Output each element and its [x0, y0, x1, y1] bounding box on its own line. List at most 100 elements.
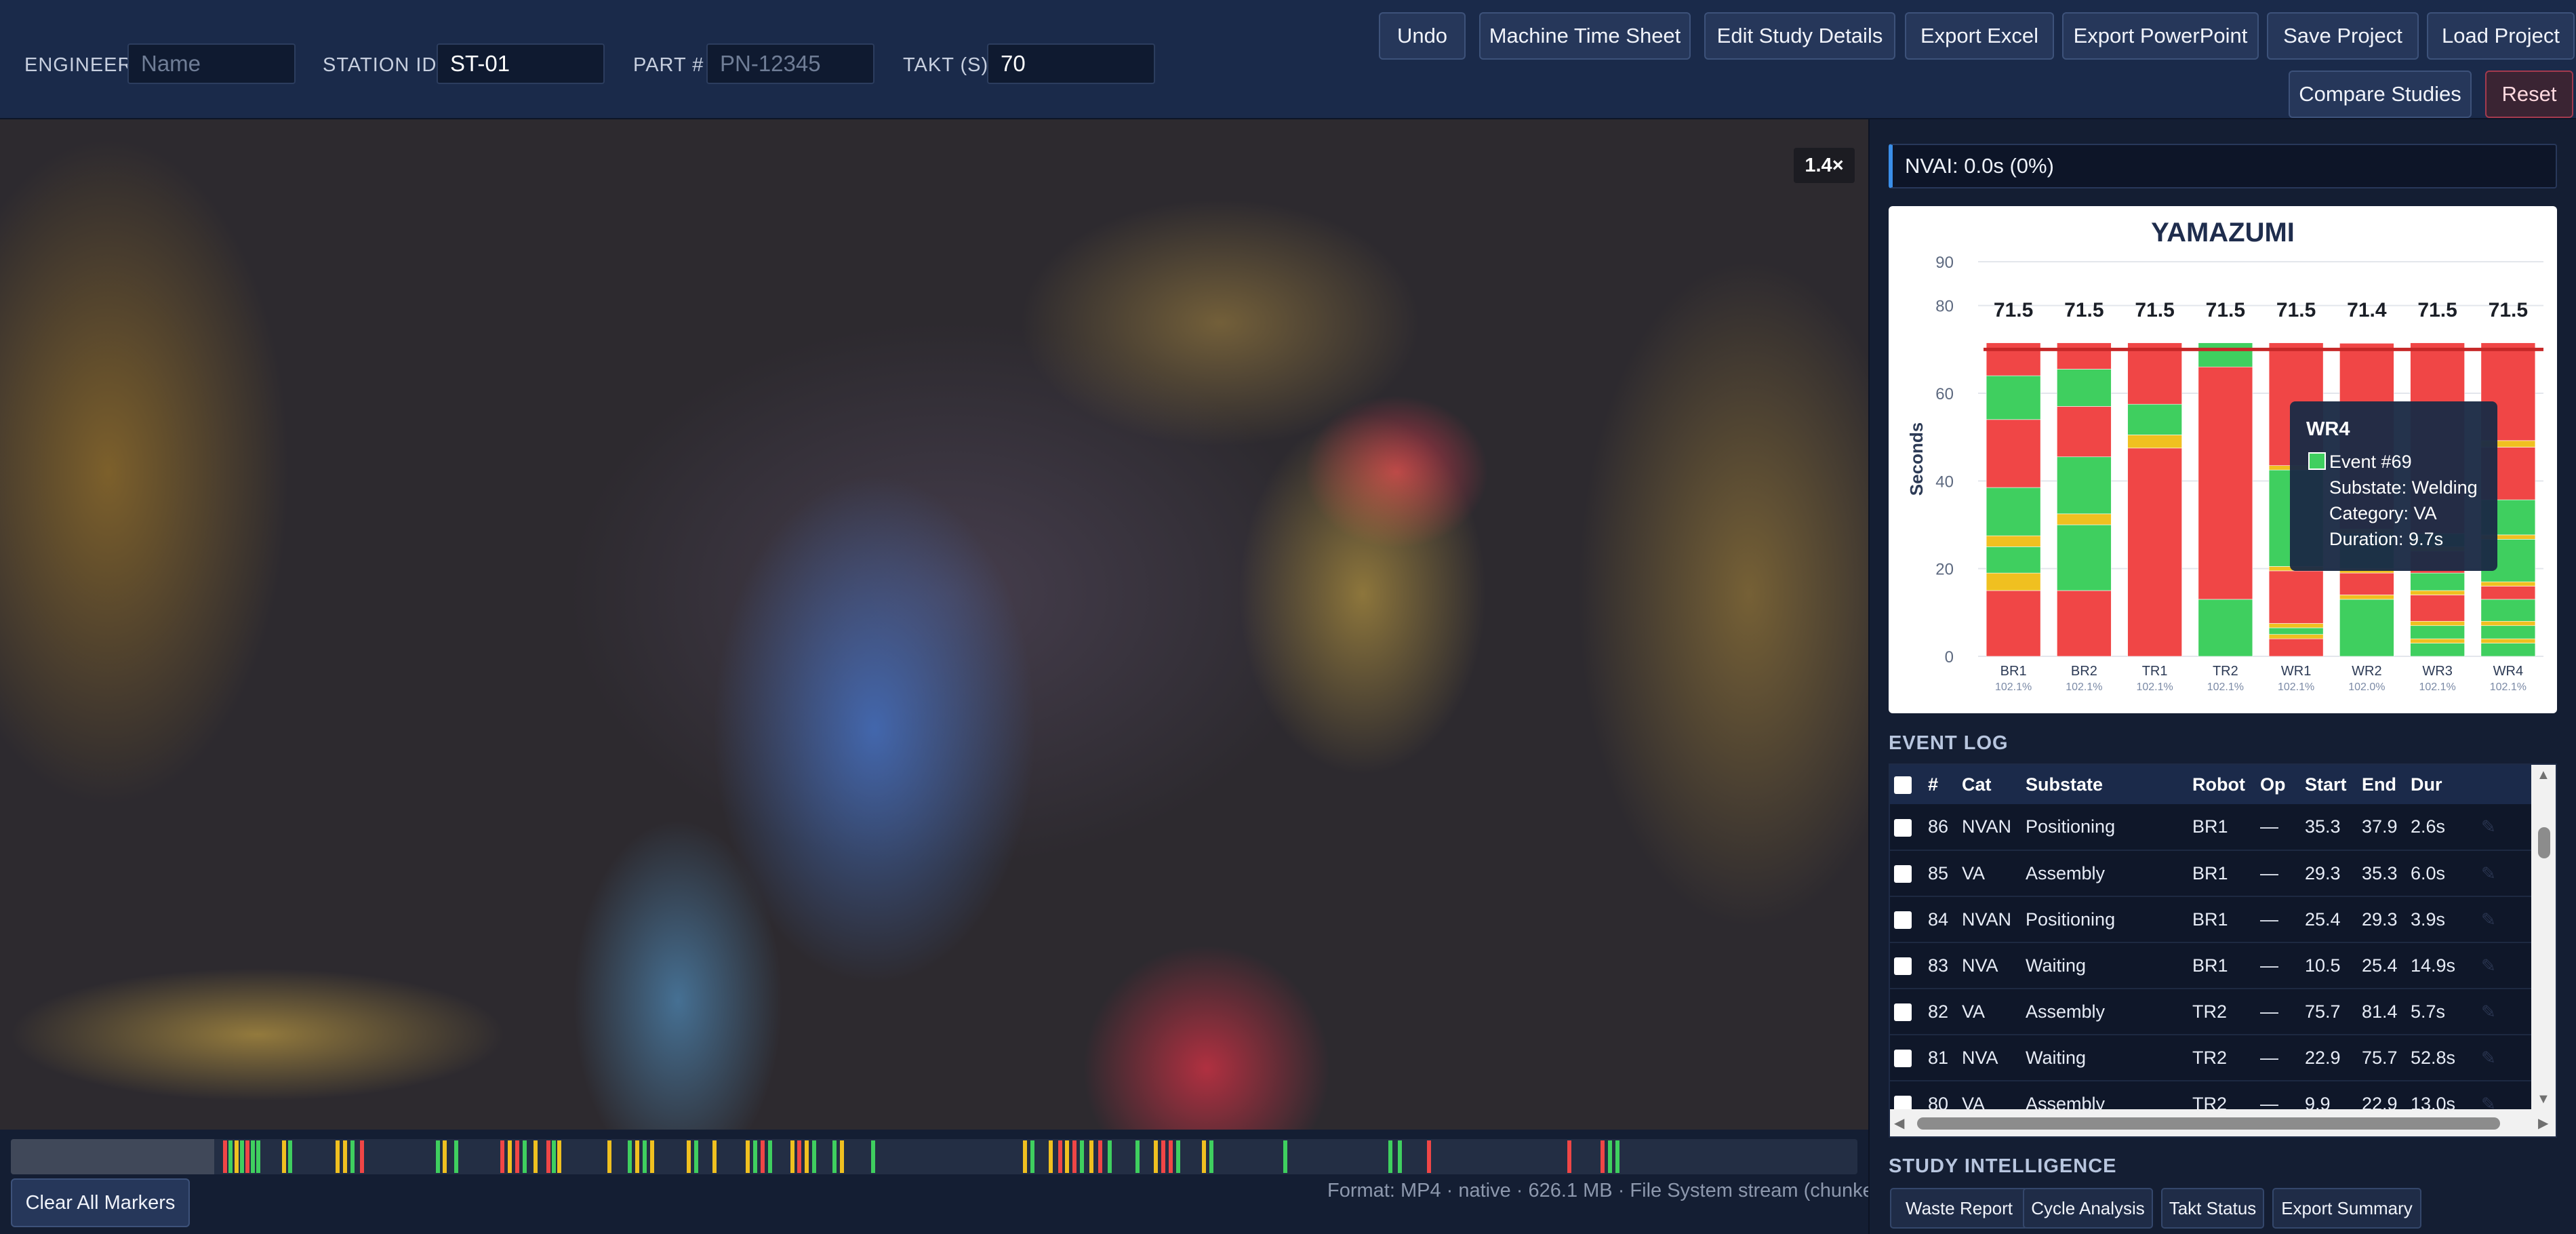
col-end[interactable]: End: [2358, 765, 2407, 804]
timeline-marker[interactable]: [1030, 1140, 1034, 1173]
bar-segment-nvan[interactable]: [2127, 435, 2182, 449]
timeline-marker[interactable]: [443, 1140, 447, 1173]
bar-segment-nva[interactable]: [2127, 342, 2182, 405]
bar-segment-va[interactable]: [2198, 599, 2253, 657]
event-log-row[interactable]: 83 NVA Waiting BR1—10.5 25.4 14.9s ✎: [1890, 942, 2531, 989]
bar-segment-va[interactable]: [2057, 456, 2112, 515]
edit-pencil-icon[interactable]: ✎: [2481, 1001, 2496, 1022]
timeline-marker[interactable]: [871, 1140, 875, 1173]
bar-segment-nvan[interactable]: [2410, 620, 2465, 626]
timeline-marker[interactable]: [282, 1140, 286, 1173]
bar-segment-va[interactable]: [2268, 627, 2324, 635]
timeline-marker[interactable]: [534, 1140, 538, 1173]
col-robot[interactable]: Robot: [2188, 765, 2256, 804]
event-log-row[interactable]: 82 VA Assembly TR2—75.7 81.4 5.7s ✎: [1890, 989, 2531, 1035]
video-frame[interactable]: [0, 119, 1868, 1130]
timeline-marker[interactable]: [761, 1140, 765, 1173]
edit-pencil-icon[interactable]: ✎: [2481, 863, 2496, 883]
bar-segment-nva[interactable]: [2268, 638, 2324, 657]
station-id-input[interactable]: ST-01: [437, 43, 605, 84]
bar-segment-va[interactable]: [2480, 625, 2536, 639]
scroll-up-arrow-icon[interactable]: ▲: [2537, 768, 2550, 783]
bar-segment-nva[interactable]: [2268, 570, 2324, 624]
timeline-marker[interactable]: [454, 1140, 458, 1173]
bar-segment-nvan[interactable]: [2057, 513, 2112, 525]
edit-pencil-icon[interactable]: ✎: [2481, 816, 2496, 837]
timeline-marker[interactable]: [240, 1140, 244, 1173]
bar-segment-va[interactable]: [2480, 643, 2536, 657]
select-all-checkbox[interactable]: [1894, 776, 1912, 795]
timeline-marker[interactable]: [1154, 1140, 1158, 1173]
timeline-marker[interactable]: [805, 1140, 809, 1173]
timeline-marker[interactable]: [1398, 1140, 1402, 1173]
takt-status-button[interactable]: Takt Status: [2161, 1188, 2264, 1229]
bar-segment-nva[interactable]: [2339, 572, 2394, 595]
bar-segment-va[interactable]: [1986, 487, 2041, 536]
timeline-marker[interactable]: [1135, 1140, 1140, 1173]
bar-segment-nvan[interactable]: [2339, 595, 2394, 600]
timeline-marker[interactable]: [832, 1140, 837, 1173]
bar-segment-nva[interactable]: [2057, 590, 2112, 657]
bar-segment-nvan[interactable]: [1986, 535, 2041, 547]
timeline-marker[interactable]: [1058, 1140, 1062, 1173]
bar-segment-nva[interactable]: [2057, 406, 2112, 458]
bar-segment-va[interactable]: [2057, 524, 2112, 591]
timeline-marker[interactable]: [500, 1140, 504, 1173]
row-checkbox[interactable]: [1894, 865, 1912, 883]
event-log-vertical-scrollbar[interactable]: ▲ ▼: [2531, 765, 2556, 1109]
timeline-marker[interactable]: [790, 1140, 794, 1173]
row-checkbox[interactable]: [1894, 911, 1912, 930]
timeline-marker[interactable]: [235, 1140, 239, 1173]
bar-segment-nva[interactable]: [2127, 447, 2182, 657]
timeline-marker[interactable]: [840, 1140, 844, 1173]
bar-segment-nvan[interactable]: [2410, 638, 2465, 643]
timeline-marker[interactable]: [643, 1140, 647, 1173]
bar-segment-nvan[interactable]: [2480, 638, 2536, 643]
edit-study-details-button[interactable]: Edit Study Details: [1704, 12, 1895, 60]
timeline-marker[interactable]: [1169, 1140, 1173, 1173]
row-checkbox[interactable]: [1894, 1003, 1912, 1022]
machine-time-sheet-button[interactable]: Machine Time Sheet: [1479, 12, 1691, 60]
col-category[interactable]: Cat: [1958, 765, 2021, 804]
export-powerpoint-button[interactable]: Export PowerPoint: [2062, 12, 2259, 60]
timeline-marker[interactable]: [1567, 1140, 1571, 1173]
timeline-marker[interactable]: [1388, 1140, 1392, 1173]
timeline-marker[interactable]: [523, 1140, 527, 1173]
timeline-marker[interactable]: [350, 1140, 355, 1173]
bar-segment-nva[interactable]: [1986, 590, 2041, 657]
row-checkbox[interactable]: [1894, 1050, 1912, 1068]
timeline-marker[interactable]: [288, 1140, 292, 1173]
timeline-marker[interactable]: [228, 1140, 233, 1173]
load-project-button[interactable]: Load Project: [2427, 12, 2575, 60]
timeline-marker[interactable]: [1161, 1140, 1165, 1173]
row-checkbox[interactable]: [1894, 818, 1912, 837]
timeline-marker[interactable]: [557, 1140, 561, 1173]
timeline-marker[interactable]: [1176, 1140, 1180, 1173]
timeline-marker[interactable]: [251, 1140, 255, 1173]
timeline-marker[interactable]: [1608, 1140, 1612, 1173]
timeline-marker[interactable]: [1601, 1140, 1605, 1173]
bar-segment-nva[interactable]: [2410, 595, 2465, 622]
timeline-marker[interactable]: [1202, 1140, 1206, 1173]
timeline-marker[interactable]: [712, 1140, 717, 1173]
timeline-marker[interactable]: [546, 1140, 550, 1173]
bar-segment-va[interactable]: [2127, 403, 2182, 435]
timeline-marker[interactable]: [1089, 1140, 1093, 1173]
bar-segment-nva[interactable]: [1986, 419, 2041, 488]
timeline-marker[interactable]: [746, 1140, 750, 1173]
timeline-marker[interactable]: [343, 1140, 347, 1173]
col-op[interactable]: Op: [2256, 765, 2301, 804]
export-summary-button[interactable]: Export Summary: [2272, 1188, 2421, 1229]
event-log-row[interactable]: 84 NVAN Positioning BR1—25.4 29.3 3.9s ✎: [1890, 896, 2531, 943]
timeline-marker[interactable]: [650, 1140, 654, 1173]
timeline-marker[interactable]: [1023, 1140, 1027, 1173]
timeline-marker[interactable]: [1108, 1140, 1112, 1173]
timeline-track[interactable]: [11, 1139, 1857, 1174]
bar-segment-va[interactable]: [2410, 643, 2465, 657]
reset-button[interactable]: Reset: [2485, 71, 2573, 118]
bar-segment-va[interactable]: [2480, 599, 2536, 622]
bar-segment-nva[interactable]: [2057, 342, 2112, 370]
bar-segment-va[interactable]: [1986, 375, 2041, 420]
row-checkbox[interactable]: [1894, 957, 1912, 976]
timeline-marker[interactable]: [336, 1140, 340, 1173]
